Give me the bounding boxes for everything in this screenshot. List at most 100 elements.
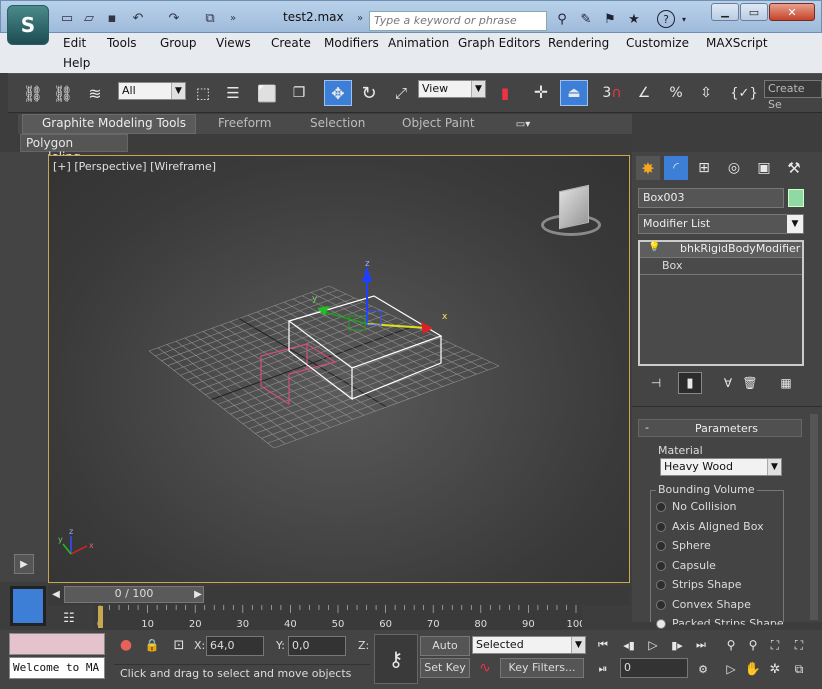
zoom-extents-icon[interactable]: ⛶ [766,636,784,654]
reference-coordinate-dropdown[interactable]: View ▼ [418,80,486,98]
select-object-icon[interactable]: ⬚ [192,82,214,104]
current-frame-field[interactable]: 0 [620,658,688,678]
open-file-icon[interactable]: ▱ [81,10,97,26]
binoculars-icon[interactable]: ⚲ [553,10,571,28]
configure-sets-icon[interactable]: ▦ [776,374,796,392]
menu-graph-editors[interactable]: Graph Editors [458,36,540,50]
active-viewport-thumb[interactable] [10,586,46,626]
time-slider-handle[interactable]: 0 / 100 [64,586,204,603]
radio-capsule[interactable] [656,560,666,571]
maxscript-listener-pink[interactable] [9,633,105,655]
project-folder-icon[interactable]: ⧉ [201,10,219,26]
snaps-toggle-icon[interactable]: 3 ∩ [600,82,624,104]
perspective-viewport[interactable]: [+] [Perspective] [Wireframe] z x y z x … [48,155,630,583]
time-next-icon[interactable]: ▶ [190,585,206,603]
redo-icon[interactable]: ↷ [165,10,183,26]
pan-icon[interactable]: ✋ [744,660,762,678]
isolate-selection-icon[interactable]: ● [118,636,134,654]
time-config-icon[interactable]: ⚙ [694,660,712,678]
display-tab-icon[interactable]: ▣ [752,156,776,180]
auto-key-button[interactable]: Auto Key [420,636,470,670]
help-icon[interactable]: ? [657,10,675,28]
radio-no-collision[interactable] [656,502,666,512]
trackbar-icon[interactable]: ☷ [58,608,80,628]
angle-snap-icon[interactable]: ∠ [632,82,656,104]
next-frame-icon[interactable]: ▮▸ [668,636,686,654]
key-mode-icon[interactable]: ⚷ [374,634,418,684]
select-by-name-icon[interactable]: ☰ [222,82,244,104]
remove-modifier-icon[interactable]: 🗑 [740,374,760,392]
bind-space-warp-icon[interactable]: ≋ [84,82,106,104]
selection-lock-icon[interactable]: 🔒 [144,636,160,654]
menu-animation[interactable]: Animation [388,36,449,50]
subscription-icon[interactable]: ✎ [577,10,595,28]
minimize-button[interactable]: ▁ [711,3,739,21]
rectangular-selection-icon[interactable]: ⬜ [256,82,278,104]
save-icon[interactable]: ▪ [104,10,120,26]
create-tab-icon[interactable]: ✸ [636,156,660,180]
selection-set-dropdown[interactable]: Selected ▼ [472,636,586,654]
go-to-end-icon[interactable]: ⏭ [692,636,710,654]
radio-strips-shape[interactable] [656,580,666,590]
menu-views[interactable]: Views [216,36,251,50]
menu-group[interactable]: Group [160,36,197,50]
lightbulb-icon[interactable]: 💡 [648,242,660,253]
menu-rendering[interactable]: Rendering [548,36,609,50]
zoom-extents-all-icon[interactable]: ⛶ [790,636,808,654]
key-mode-toggle-icon[interactable]: ⏯ [594,660,612,678]
show-end-result-icon[interactable]: ▮ [678,372,702,394]
favorites-star-icon[interactable]: ★ [625,10,643,28]
maximize-viewport-icon[interactable]: ⧉ [790,660,808,678]
menu-maxscript[interactable]: MAXScript [706,36,768,50]
selection-filter-dropdown[interactable]: All ▼ [118,82,186,100]
search-expand-icon[interactable]: » [353,10,367,26]
play-icon[interactable]: ▷ [644,636,662,654]
spinner-snap-icon[interactable]: ⇳ [694,82,718,104]
expand-arrow-icon[interactable]: ▶ [14,554,34,574]
modify-tab-icon[interactable]: ◜ [664,156,688,180]
absolute-mode-icon[interactable]: ⊡ [170,636,188,654]
keyboard-shortcut-toggle-icon[interactable]: ⏏ [560,80,588,106]
time-slider[interactable]: ◀ 0 / 100 ▶ [48,585,630,605]
current-frame-marker[interactable] [98,606,103,628]
x-coordinate-field[interactable]: 64,0 [206,636,264,656]
link-icon[interactable]: ⛓ [22,82,44,104]
select-and-move-icon[interactable]: ✥ [324,80,352,106]
undo-icon[interactable]: ↶ [129,10,147,26]
menu-help[interactable]: Help [63,56,90,70]
pin-stack-icon[interactable]: ⊣ [646,374,666,392]
y-coordinate-field[interactable]: 0,0 [288,636,346,656]
previous-frame-icon[interactable]: ◂▮ [620,636,638,654]
named-selection-set-field[interactable]: Create Se [764,80,822,111]
select-manipulate-icon[interactable]: ✛ [530,82,552,104]
help-dropdown-icon[interactable]: ▾ [679,10,689,28]
radio-packed-strips-shape[interactable] [656,619,666,629]
material-dropdown[interactable]: Heavy Wood ▼ [660,458,782,476]
stack-item-box[interactable]: Box [640,259,802,275]
set-key-button[interactable]: Set Key [420,658,470,678]
radio-axis-aligned-box[interactable] [656,521,666,532]
edit-named-selection-icon[interactable]: {✓} [730,82,757,104]
radio-sphere[interactable] [656,541,666,551]
select-and-scale-icon[interactable]: ⤢ [390,82,412,104]
pivot-center-icon[interactable]: ▮ [494,82,516,104]
maximize-button[interactable]: ▭ [740,3,768,21]
menu-edit[interactable]: Edit [63,36,86,50]
motion-tab-icon[interactable]: ◎ [722,156,746,180]
menu-tools[interactable]: Tools [107,36,137,50]
panel-scrollbar[interactable] [810,414,818,620]
tab-selection[interactable]: Selection [310,116,365,130]
communication-icon[interactable]: ⚑ [601,10,619,28]
field-of-view-icon[interactable]: ▷ [722,660,740,678]
viewcube[interactable] [539,184,603,244]
stack-item-rigid-body[interactable]: 💡 bhkRigidBodyModifier [640,242,802,258]
make-unique-icon[interactable]: ∀ [718,374,738,392]
orbit-icon[interactable]: ✲ [766,660,784,678]
object-color-swatch[interactable] [788,189,804,207]
ribbon-options-icon[interactable]: ▭▾ [510,117,536,131]
parameters-rollout[interactable]: - Parameters [638,419,802,437]
menu-modifiers[interactable]: Modifiers [324,36,379,50]
unlink-icon[interactable]: ⛓ [52,82,74,104]
menu-create[interactable]: Create [271,36,311,50]
close-button[interactable]: ✕ [769,3,815,21]
